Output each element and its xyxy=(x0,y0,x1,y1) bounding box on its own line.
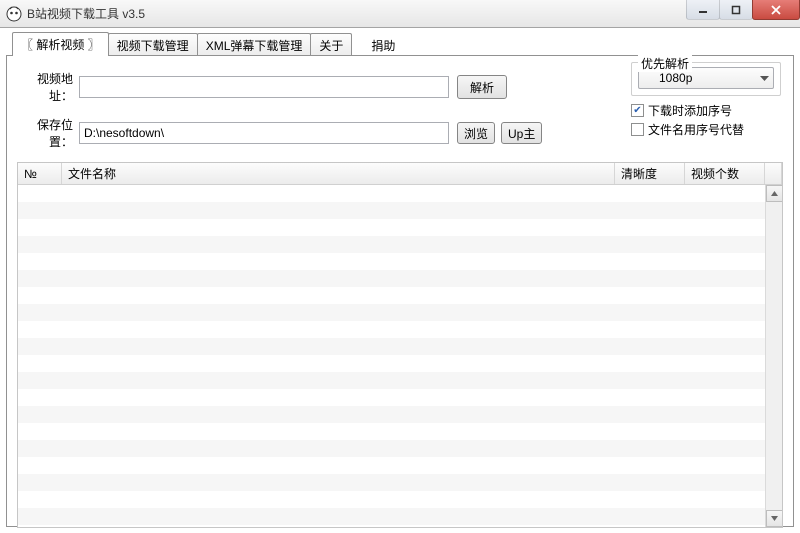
tabstrip: 〖 解析视频 〗 视频下载管理 XML弹幕下载管理 关于 捐助 xyxy=(6,33,794,55)
option-add-sequence[interactable]: 下载时添加序号 xyxy=(631,102,781,119)
tab-parse-video[interactable]: 〖 解析视频 〗 xyxy=(12,32,109,56)
browse-button[interactable]: 浏览 xyxy=(457,122,495,144)
option-add-sequence-label: 下载时添加序号 xyxy=(648,102,732,119)
close-button[interactable] xyxy=(752,0,800,20)
col-number[interactable]: № xyxy=(18,163,62,184)
checkbox-add-sequence[interactable] xyxy=(631,104,644,117)
uploader-button[interactable]: Up主 xyxy=(501,122,542,144)
table-row xyxy=(18,372,782,389)
col-filename[interactable]: 文件名称 xyxy=(62,163,615,184)
grid-body xyxy=(18,185,782,527)
label-video-url: 视频地址： xyxy=(17,70,79,104)
table-row xyxy=(18,508,782,525)
priority-selected-value: 1080p xyxy=(659,71,692,85)
tab-xml-danmu-manager[interactable]: XML弹幕下载管理 xyxy=(197,33,312,56)
table-row xyxy=(18,406,782,423)
parse-button[interactable]: 解析 xyxy=(457,75,507,99)
col-scroll-spacer xyxy=(765,163,782,184)
minimize-button[interactable] xyxy=(686,0,720,20)
label-save-path: 保存位置： xyxy=(17,116,79,150)
right-options: 优先解析 1080p 下载时添加序号 文件名用序号代替 xyxy=(631,62,781,138)
col-quality[interactable]: 清晰度 xyxy=(615,163,685,184)
input-video-url[interactable] xyxy=(79,76,449,98)
results-grid: № 文件名称 清晰度 视频个数 xyxy=(17,162,783,528)
option-filename-sequence[interactable]: 文件名用序号代替 xyxy=(631,121,781,138)
input-save-path[interactable] xyxy=(79,122,449,144)
table-row xyxy=(18,253,782,270)
table-row xyxy=(18,202,782,219)
priority-fieldset: 优先解析 1080p xyxy=(631,62,781,96)
tab-about[interactable]: 关于 xyxy=(310,33,352,56)
table-row xyxy=(18,389,782,406)
table-row xyxy=(18,219,782,236)
tab-donate[interactable]: 捐助 xyxy=(363,34,403,56)
tab-download-manager[interactable]: 视频下载管理 xyxy=(108,33,198,56)
table-row xyxy=(18,304,782,321)
tab-panel-parse: 优先解析 1080p 下载时添加序号 文件名用序号代替 视频地址： xyxy=(6,55,794,527)
table-row xyxy=(18,423,782,440)
table-row xyxy=(18,474,782,491)
app-icon xyxy=(6,6,22,22)
option-filename-sequence-label: 文件名用序号代替 xyxy=(648,121,744,138)
window-title: B站视频下载工具 v3.5 xyxy=(27,5,145,22)
table-row xyxy=(18,287,782,304)
client-area: 〖 解析视频 〗 视频下载管理 XML弹幕下载管理 关于 捐助 优先解析 108… xyxy=(0,28,800,533)
table-row xyxy=(18,355,782,372)
priority-legend: 优先解析 xyxy=(638,55,692,72)
scroll-down-button[interactable] xyxy=(766,510,783,527)
scroll-up-button[interactable] xyxy=(766,185,783,202)
chevron-down-icon xyxy=(760,71,769,85)
table-row xyxy=(18,185,782,202)
maximize-button[interactable] xyxy=(719,0,753,20)
window-controls xyxy=(687,0,800,20)
table-row xyxy=(18,440,782,457)
table-row xyxy=(18,457,782,474)
col-video-count[interactable]: 视频个数 xyxy=(685,163,765,184)
table-row xyxy=(18,338,782,355)
table-row xyxy=(18,491,782,508)
titlebar: B站视频下载工具 v3.5 xyxy=(0,0,800,28)
table-row xyxy=(18,236,782,253)
table-row xyxy=(18,321,782,338)
checkbox-filename-sequence[interactable] xyxy=(631,123,644,136)
vertical-scrollbar[interactable] xyxy=(765,185,782,527)
table-row xyxy=(18,270,782,287)
grid-header: № 文件名称 清晰度 视频个数 xyxy=(18,163,782,185)
